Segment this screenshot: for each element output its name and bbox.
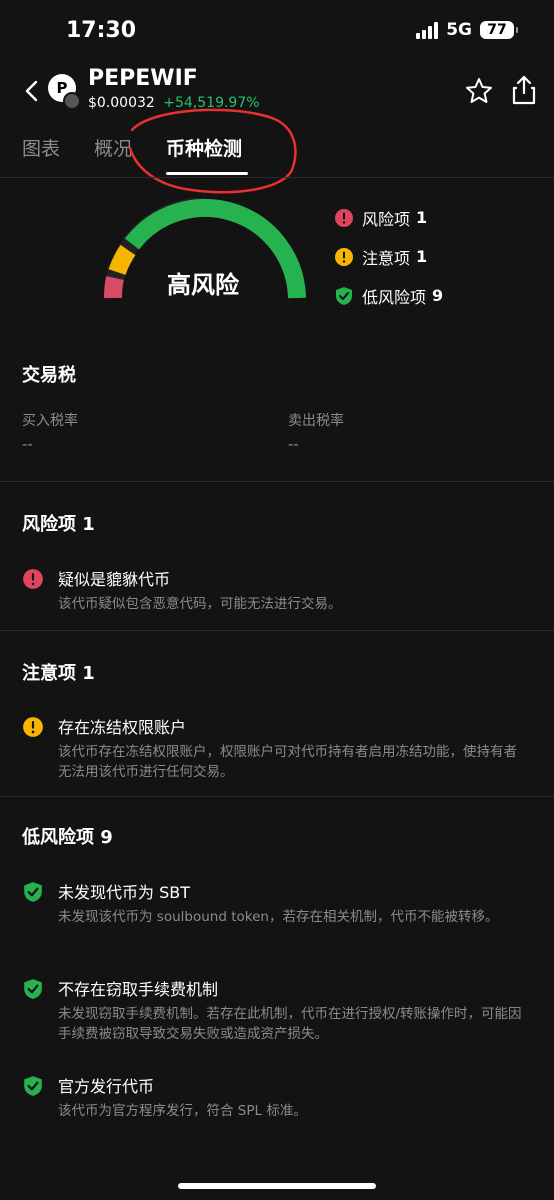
risk-item-title: 疑似是貔貅代币 [58,570,171,589]
token-name: PEPEWIF [88,66,198,91]
low-risk-item-desc: 未发现该代币为 soulbound token，若存在相关机制，代币不能被转移。 [58,909,499,925]
legend-warning: 注意项 1 [334,237,443,276]
back-arrow-icon[interactable] [20,76,44,106]
shield-check-icon [24,1076,42,1096]
divider [0,796,554,797]
hand-drawn-circle-annotation [128,108,297,194]
legend-danger-label: 风险项 [362,209,411,229]
warning-icon [335,247,353,266]
low-risk-item-title: 官方发行代币 [58,1077,155,1096]
buy-tax-label: 买入税率 [22,413,78,429]
legend-warning-label: 注意项 [362,248,411,268]
divider [0,177,554,178]
legend-safe-label: 低风险项 [362,287,427,307]
sell-tax-label: 卖出税率 [288,413,344,429]
home-indicator[interactable] [178,1183,376,1189]
signal-icon [416,21,439,39]
divider [0,481,554,482]
divider [0,630,554,631]
legend-safe-count: 9 [432,286,444,305]
risk-section-title: 风险项 1 [22,514,95,535]
status-time: 17:30 [66,18,137,43]
battery-icon: 77 [480,21,518,39]
gauge-warning-segment [108,244,136,276]
danger-icon [23,569,43,589]
shield-check-icon [24,979,42,999]
shield-check-icon [336,286,352,305]
status-indicators: 5G 77 [416,20,518,40]
danger-icon [335,208,353,227]
low-risk-item-title: 未发现代币为 SBT [58,883,190,902]
caution-section-title: 注意项 1 [22,663,95,684]
low-risk-item-title: 不存在窃取手续费机制 [58,980,219,999]
legend-danger-count: 1 [416,208,428,227]
low-risk-item-desc: 未发现窃取手续费机制。若存在此机制，代币在进行授权/转账操作时，可能因手续费被窃… [58,1006,522,1042]
legend-warning-count: 1 [416,247,428,266]
low-risk-item-desc: 该代币为官方程序发行，符合 SPL 标准。 [58,1103,307,1119]
legend-safe: 低风险项 9 [334,276,443,315]
status-bar: 17:30 5G 77 [0,0,554,62]
low-risk-section-title: 低风险项 9 [22,827,113,848]
favorite-star-icon[interactable] [464,76,494,106]
tab-chart[interactable]: 图表 [22,134,60,161]
gauge-danger-segment [104,276,124,299]
caution-item-title: 存在冻结权限账户 [58,718,187,737]
risk-legend: 风险项 1 注意项 1 低风险项 9 [334,198,443,315]
tax-section-title: 交易税 [22,365,76,386]
caution-item-desc: 该代币存在冻结权限账户，权限账户可对代币持有者启用冻结功能，使持有者无法用该代币… [58,744,517,780]
sell-tax-value: -- [288,435,299,453]
legend-danger: 风险项 1 [334,198,443,237]
network-type: 5G [446,20,472,40]
shield-check-icon [24,882,42,902]
risk-level-label: 高风险 [167,271,239,299]
warning-icon [23,717,43,737]
risk-item-desc: 该代币疑似包含恶意代码，可能无法进行交易。 [58,596,342,612]
chain-badge-icon [63,92,81,110]
share-icon[interactable] [510,74,538,106]
buy-tax-value: -- [22,435,33,453]
